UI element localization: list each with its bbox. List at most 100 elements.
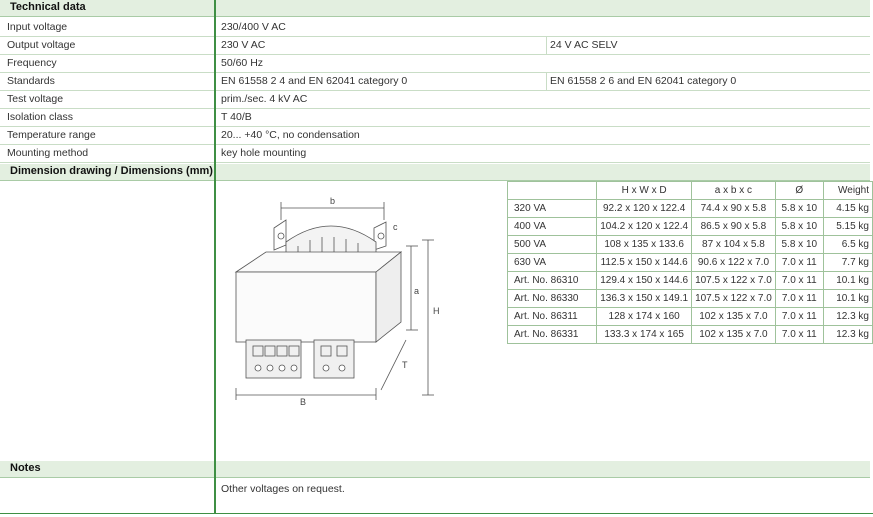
- transformer-drawing: b c a H T B: [234, 196, 440, 407]
- notes-header: Notes: [0, 461, 870, 478]
- table-cell: Art. No. 86331: [506, 325, 598, 344]
- table-cell: 74.4 x 90 x 5.8: [691, 199, 776, 218]
- spec-label: Temperature range: [7, 129, 96, 141]
- table-row: Art. No. 86310 129.4 x 150 x 144.6 107.5…: [506, 271, 873, 290]
- spec-row-isolation-class: Isolation class T 40/B: [0, 108, 870, 127]
- spec-value: 230 V AC: [221, 39, 266, 51]
- spec-label: Output voltage: [7, 39, 76, 51]
- table-cell: Art. No. 86330: [506, 289, 598, 308]
- table-cell: 12.3 kg: [822, 307, 873, 326]
- table-cell: 7.7 kg: [822, 253, 873, 272]
- spec-label: Isolation class: [7, 111, 73, 123]
- table-cell: 107.5 x 122 x 7.0: [691, 271, 776, 290]
- table-cell: 7.0 x 11: [774, 325, 824, 344]
- dimension-label-b-width: B: [300, 397, 306, 407]
- spec-row-standards: Standards EN 61558 2 4 and EN 62041 cate…: [0, 72, 870, 91]
- datasheet-page: Technical data Input voltage 230/400 V A…: [0, 0, 873, 517]
- table-cell: 7.0 x 11: [774, 253, 824, 272]
- dimension-label-a: a: [414, 286, 419, 296]
- table-cell: 108 x 135 x 133.6: [596, 235, 693, 254]
- column-divider: [546, 36, 547, 54]
- spec-label: Standards: [7, 75, 55, 87]
- table-cell: 4.15 kg: [822, 199, 873, 218]
- table-header-row: H x W x D a x b x c Ø Weight: [506, 181, 873, 200]
- table-cell: 10.1 kg: [822, 271, 873, 290]
- spec-row-test-voltage: Test voltage prim./sec. 4 kV AC: [0, 90, 870, 109]
- table-row: Art. No. 86330 136.3 x 150 x 149.1 107.5…: [506, 289, 873, 308]
- spec-label: Test voltage: [7, 93, 64, 105]
- table-row: 320 VA 92.2 x 120 x 122.4 74.4 x 90 x 5.…: [506, 199, 873, 218]
- table-cell: 6.5 kg: [822, 235, 873, 254]
- table-row: 630 VA 112.5 x 150 x 144.6 90.6 x 122 x …: [506, 253, 873, 272]
- table-cell: 92.2 x 120 x 122.4: [596, 199, 693, 218]
- technical-data-header: Technical data: [0, 0, 870, 17]
- table-cell: 90.6 x 122 x 7.0: [691, 253, 776, 272]
- table-cell: 104.2 x 120 x 122.4: [596, 217, 693, 236]
- spec-value-secondary: EN 61558 2 6 and EN 62041 category 0: [550, 75, 737, 87]
- table-row: Art. No. 86331 133.3 x 174 x 165 102 x 1…: [506, 325, 873, 344]
- notes-heading: Notes: [10, 462, 41, 474]
- table-row: Art. No. 86311 128 x 174 x 160 102 x 135…: [506, 307, 873, 326]
- dimension-label-c: c: [393, 222, 398, 232]
- bottom-rule: [0, 513, 873, 514]
- table-cell: 5.15 kg: [822, 217, 873, 236]
- dimension-label-b: b: [330, 196, 335, 206]
- column-divider-vertical: [214, 0, 216, 514]
- table-cell: 7.0 x 11: [774, 271, 824, 290]
- table-cell: 87 x 104 x 5.8: [691, 235, 776, 254]
- table-cell: 136.3 x 150 x 149.1: [596, 289, 693, 308]
- table-cell: 5.8 x 10: [774, 217, 824, 236]
- table-cell: 7.0 x 11: [774, 289, 824, 308]
- table-cell: Art. No. 86311: [506, 307, 598, 326]
- spec-row-output-voltage: Output voltage 230 V AC 24 V AC SELV: [0, 36, 870, 55]
- spec-value: key hole mounting: [221, 147, 307, 159]
- spec-row-mounting-method: Mounting method key hole mounting: [0, 144, 870, 163]
- table-cell: 7.0 x 11: [774, 307, 824, 326]
- column-header: Ø: [774, 181, 824, 200]
- table-cell: 10.1 kg: [822, 289, 873, 308]
- table-cell: 630 VA: [506, 253, 598, 272]
- table-cell: 12.3 kg: [822, 325, 873, 344]
- table-cell: 129.4 x 150 x 144.6: [596, 271, 693, 290]
- spec-value: 50/60 Hz: [221, 57, 264, 69]
- table-cell: 133.3 x 174 x 165: [596, 325, 693, 344]
- table-cell: 107.5 x 122 x 7.0: [691, 289, 776, 308]
- column-header: H x W x D: [596, 181, 693, 200]
- column-divider: [546, 72, 547, 90]
- table-cell: 112.5 x 150 x 144.6: [596, 253, 693, 272]
- spec-row-frequency: Frequency 50/60 Hz: [0, 54, 870, 73]
- spec-value: EN 61558 2 4 and EN 62041 category 0: [221, 75, 408, 87]
- column-header: a x b x c: [691, 181, 776, 200]
- table-cell: 500 VA: [506, 235, 598, 254]
- column-header: [506, 181, 598, 200]
- table-row: 400 VA 104.2 x 120 x 122.4 86.5 x 90 x 5…: [506, 217, 873, 236]
- table-cell: 86.5 x 90 x 5.8: [691, 217, 776, 236]
- table-cell: 5.8 x 10: [774, 235, 824, 254]
- dimension-label-t: T: [402, 360, 408, 370]
- spec-value: prim./sec. 4 kV AC: [221, 93, 308, 105]
- spec-row-temperature-range: Temperature range 20... +40 °C, no conde…: [0, 126, 870, 145]
- column-header: Weight: [822, 181, 873, 200]
- spec-label: Input voltage: [7, 21, 68, 33]
- spec-value: 20... +40 °C, no condensation: [221, 129, 360, 141]
- spec-value: 230/400 V AC: [221, 21, 286, 33]
- table-cell: 5.8 x 10: [774, 199, 824, 218]
- notes-text: Other voltages on request.: [221, 483, 345, 495]
- spec-label: Mounting method: [7, 147, 89, 159]
- table-cell: 320 VA: [506, 199, 598, 218]
- spec-label: Frequency: [7, 57, 57, 69]
- technical-data-heading: Technical data: [10, 1, 86, 13]
- dimensions-header: Dimension drawing / Dimensions (mm): [0, 164, 870, 181]
- dimension-label-h: H: [433, 306, 440, 316]
- dimensions-heading: Dimension drawing / Dimensions (mm): [10, 165, 213, 177]
- spec-value-secondary: 24 V AC SELV: [550, 39, 618, 51]
- table-cell: 128 x 174 x 160: [596, 307, 693, 326]
- dimensions-table: H x W x D a x b x c Ø Weight 320 VA 92.2…: [506, 181, 873, 344]
- table-cell: 102 x 135 x 7.0: [691, 307, 776, 326]
- table-cell: 102 x 135 x 7.0: [691, 325, 776, 344]
- table-cell: 400 VA: [506, 217, 598, 236]
- spec-row-input-voltage: Input voltage 230/400 V AC: [0, 18, 870, 37]
- table-row: 500 VA 108 x 135 x 133.6 87 x 104 x 5.8 …: [506, 235, 873, 254]
- table-cell: Art. No. 86310: [506, 271, 598, 290]
- spec-value: T 40/B: [221, 111, 252, 123]
